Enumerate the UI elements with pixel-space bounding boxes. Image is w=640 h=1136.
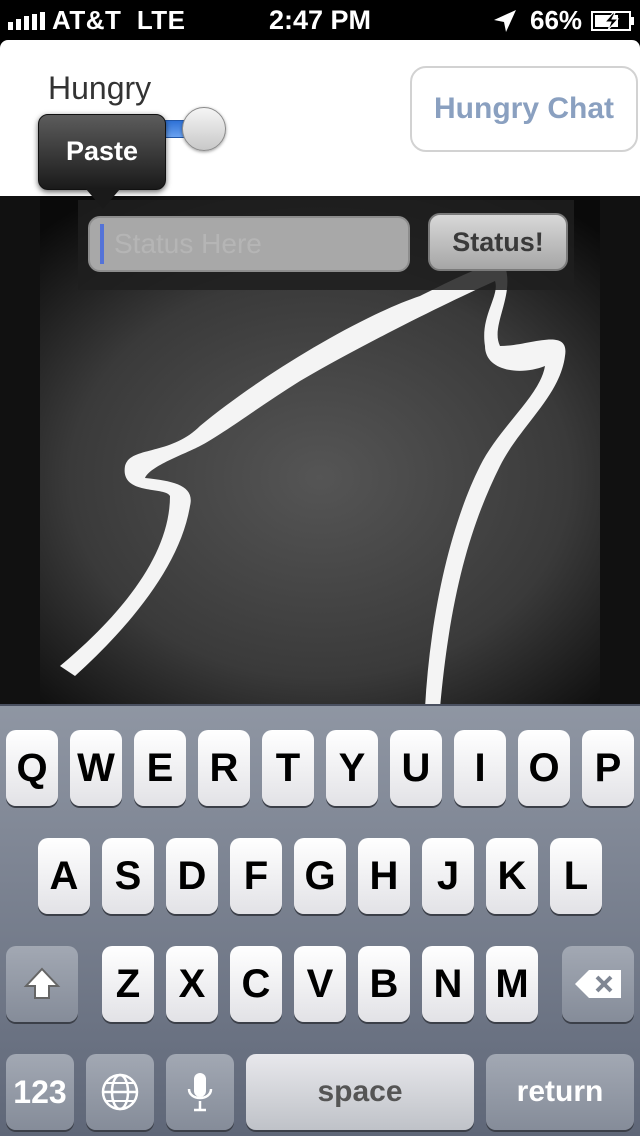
key-r[interactable]: R xyxy=(198,730,250,806)
location-arrow-icon xyxy=(494,10,516,32)
key-s[interactable]: S xyxy=(102,838,154,914)
key-e[interactable]: E xyxy=(134,730,186,806)
key-c[interactable]: C xyxy=(230,946,282,1022)
key-v[interactable]: V xyxy=(294,946,346,1022)
keyboard: Q W E R T Y U I O P A S D F G H J K L Z … xyxy=(0,704,640,1136)
key-n[interactable]: N xyxy=(422,946,474,1022)
key-i[interactable]: I xyxy=(454,730,506,806)
key-f[interactable]: F xyxy=(230,838,282,914)
key-l[interactable]: L xyxy=(550,838,602,914)
return-key[interactable]: return xyxy=(486,1054,634,1130)
key-b[interactable]: B xyxy=(358,946,410,1022)
battery-charging-icon xyxy=(591,11,634,31)
backspace-key[interactable] xyxy=(562,946,634,1022)
key-h[interactable]: H xyxy=(358,838,410,914)
key-t[interactable]: T xyxy=(262,730,314,806)
key-y[interactable]: Y xyxy=(326,730,378,806)
hungry-toggle-label: Hungry xyxy=(48,70,152,106)
key-g[interactable]: G xyxy=(294,838,346,914)
text-caret xyxy=(100,224,104,264)
key-u[interactable]: U xyxy=(390,730,442,806)
battery-percent: 66% xyxy=(530,5,583,35)
key-p[interactable]: P xyxy=(582,730,634,806)
status-input[interactable]: Status Here xyxy=(88,216,410,272)
key-d[interactable]: D xyxy=(166,838,218,914)
shift-icon xyxy=(23,967,61,999)
shift-key[interactable] xyxy=(6,946,78,1022)
key-j[interactable]: J xyxy=(422,838,474,914)
hungry-chat-button[interactable]: Hungry Chat xyxy=(410,66,638,152)
backspace-icon xyxy=(575,970,621,998)
key-x[interactable]: X xyxy=(166,946,218,1022)
globe-icon xyxy=(101,1073,139,1111)
key-o[interactable]: O xyxy=(518,730,570,806)
key-z[interactable]: Z xyxy=(102,946,154,1022)
microphone-key[interactable] xyxy=(166,1054,234,1130)
key-a[interactable]: A xyxy=(38,838,90,914)
microphone-icon xyxy=(187,1073,213,1112)
key-q[interactable]: Q xyxy=(6,730,58,806)
paste-menu-button[interactable]: Paste xyxy=(38,114,166,190)
status-bar: AT&T LTE 2:47 PM 66% xyxy=(0,0,640,40)
key-m[interactable]: M xyxy=(486,946,538,1022)
numbers-key[interactable]: 123 xyxy=(6,1054,74,1130)
status-submit-button[interactable]: Status! xyxy=(428,213,568,271)
key-k[interactable]: K xyxy=(486,838,538,914)
globe-key[interactable] xyxy=(86,1054,154,1130)
paste-menu-pointer xyxy=(86,189,120,209)
hungry-switch-knob[interactable] xyxy=(182,107,226,151)
space-key[interactable]: space xyxy=(246,1054,474,1130)
key-w[interactable]: W xyxy=(70,730,122,806)
